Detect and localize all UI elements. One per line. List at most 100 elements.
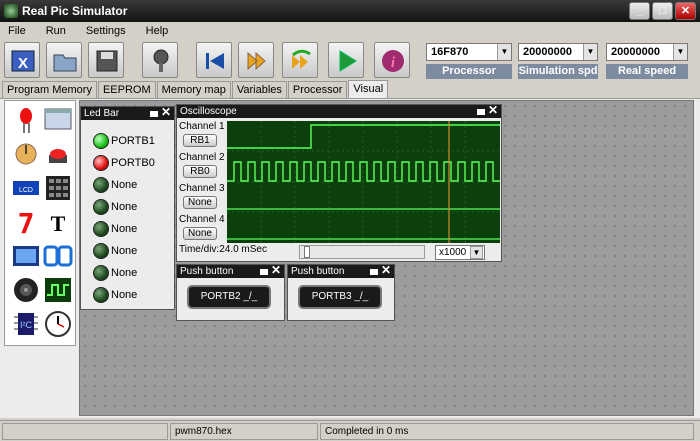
push-button-icon[interactable] (43, 139, 73, 169)
svg-text:LCD: LCD (19, 187, 33, 194)
step-over-icon (292, 49, 311, 69)
menu-run[interactable]: Run (46, 25, 66, 37)
time-div-label: Time/div:24.0 mSec (179, 244, 267, 255)
oscilloscope-icon[interactable] (43, 275, 73, 305)
close-icon[interactable]: ✕ (161, 106, 171, 119)
svg-text:T: T (51, 211, 66, 236)
minimize-icon[interactable] (150, 111, 158, 117)
status-file: pwm870.hex (170, 423, 318, 440)
status-pane-empty (2, 423, 168, 440)
real-speed-label: Real speed (606, 64, 688, 79)
tab-memory-map[interactable]: Memory map (156, 81, 231, 98)
close-icon[interactable]: ✕ (488, 104, 498, 117)
close-project-button[interactable]: X (4, 42, 40, 78)
channel-3-label: Channel 3 (179, 183, 225, 194)
channel-1-pin-button[interactable]: RB1 (183, 134, 217, 147)
real-speed-value: 20000000 (611, 46, 660, 58)
minimize-button[interactable]: _ (629, 2, 650, 20)
info-button[interactable]: i (374, 42, 410, 78)
chevron-down-icon: ▼ (497, 44, 511, 60)
keypad-icon[interactable] (43, 173, 73, 203)
svg-text:7: 7 (18, 207, 35, 237)
oscilloscope-header[interactable]: Oscilloscope ✕ (177, 104, 501, 118)
run-button[interactable] (328, 42, 364, 78)
menu-bar: File Run Settings Help (0, 22, 700, 40)
led-2[interactable] (93, 177, 109, 193)
push-button-title: Push button (180, 266, 234, 277)
close-button[interactable]: ✕ (675, 2, 696, 20)
processor-select[interactable]: 16F870 ▼ (426, 43, 512, 61)
menu-help[interactable]: Help (146, 25, 169, 37)
ic-icon[interactable]: I²C (11, 309, 41, 339)
portb2-push-button[interactable]: PORTB2 _/_ (187, 285, 271, 309)
menu-settings[interactable]: Settings (86, 25, 126, 37)
window-controls: _ □ ✕ (629, 2, 696, 20)
led-0[interactable] (93, 133, 109, 149)
minimize-icon[interactable] (370, 269, 378, 275)
led-bar-panel[interactable]: Led Bar ✕ PORTB1 PORTB0 None None None None No… (80, 106, 175, 310)
real-speed-select[interactable]: 20000000 ▼ (606, 43, 688, 61)
minimize-icon[interactable] (477, 109, 485, 115)
processor-label: Processor (426, 64, 512, 79)
step-icon (247, 51, 266, 71)
potentiometer-icon[interactable] (11, 139, 41, 169)
maximize-button[interactable]: □ (652, 2, 673, 20)
step-button[interactable] (238, 42, 274, 78)
push-button-header[interactable]: Push button ✕ (177, 264, 284, 278)
tab-processor[interactable]: Processor (287, 81, 348, 98)
simulation-speed-select[interactable]: 20000000 ▼ (518, 43, 598, 61)
led-3[interactable] (93, 199, 109, 215)
led-4[interactable] (93, 221, 109, 237)
close-icon[interactable]: ✕ (381, 264, 391, 277)
status-bar: pwm870.hex Completed in 0 ms (0, 420, 700, 441)
tab-visual[interactable]: Visual (348, 80, 389, 98)
push-button-title: Push button (291, 266, 345, 277)
push-button-panel-2[interactable]: Push button ✕ PORTB3 _/_ (287, 264, 395, 321)
lcd-screen-icon[interactable] (43, 105, 73, 135)
open-button[interactable] (46, 42, 82, 78)
close-icon[interactable]: ✕ (271, 264, 281, 277)
oscilloscope-panel[interactable]: Oscilloscope ✕ Channel 1 RB1 Channel 2 R… (176, 104, 502, 262)
svg-text:I²C: I²C (20, 320, 32, 330)
push-button-panel-1[interactable]: Push button ✕ PORTB2 _/_ (176, 264, 285, 321)
probe-icon (153, 49, 169, 72)
save-button[interactable] (88, 42, 124, 78)
tab-variables[interactable]: Variables (231, 81, 287, 98)
probe-button[interactable] (142, 42, 178, 78)
channel-2-pin-button[interactable]: RB0 (183, 165, 217, 178)
title-bar: Real Pic Simulator _ □ ✕ (0, 0, 700, 22)
led-icon[interactable] (11, 105, 41, 135)
status-message: Completed in 0 ms (320, 423, 694, 440)
tab-program-memory[interactable]: Program Memory (2, 81, 97, 98)
indicator-icon[interactable] (43, 241, 73, 271)
slider-thumb[interactable] (304, 246, 310, 258)
text-icon[interactable]: T (43, 207, 73, 237)
led-bar-header[interactable]: Led Bar ✕ (81, 106, 174, 120)
buzzer-icon[interactable] (11, 275, 41, 305)
tab-eeprom[interactable]: EEPROM (97, 81, 156, 98)
portb3-push-button[interactable]: PORTB3 _/_ (298, 285, 382, 309)
channel-3-pin-button[interactable]: None (183, 196, 217, 209)
menu-file[interactable]: File (8, 25, 26, 37)
led-1[interactable] (93, 155, 109, 171)
led-6[interactable] (93, 265, 109, 281)
led-7[interactable] (93, 287, 109, 303)
toolbar: X i 16F870 ▼ Processor 20000000 ▼ Simula… (0, 40, 700, 80)
led-5[interactable] (93, 243, 109, 259)
push-button-header[interactable]: Push button ✕ (288, 264, 394, 278)
led-label: None (111, 201, 138, 213)
clock-icon[interactable] (43, 309, 73, 339)
step-over-button[interactable] (282, 42, 318, 78)
graphic-lcd-icon[interactable] (11, 241, 41, 271)
seven-segment-icon[interactable]: 7 (11, 207, 41, 240)
chevron-down-icon[interactable]: ▼ (470, 246, 483, 259)
folder-icon (53, 54, 77, 72)
channel-4-pin-button[interactable]: None (183, 227, 217, 240)
reset-button[interactable] (196, 42, 232, 78)
led-label: None (111, 245, 138, 257)
led-label: None (111, 223, 138, 235)
led-label: None (111, 267, 138, 279)
lcd-text-icon[interactable]: LCD (11, 173, 41, 203)
minimize-icon[interactable] (260, 269, 268, 275)
time-div-slider[interactable] (299, 245, 425, 259)
